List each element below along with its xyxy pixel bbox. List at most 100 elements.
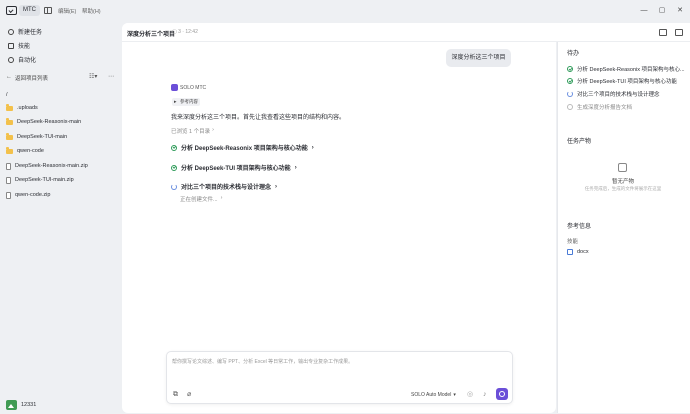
file-name: qwen-code.zip bbox=[15, 192, 51, 198]
agent-avatar-icon bbox=[171, 84, 178, 91]
chat-meta: ▢ 3 · 12:42 bbox=[172, 29, 198, 35]
skill-icon bbox=[8, 42, 14, 49]
check-circle-icon bbox=[171, 144, 177, 151]
page-title[interactable]: 深度分析三个项目 bbox=[127, 29, 175, 38]
chat-header bbox=[122, 23, 690, 42]
todo-item[interactable]: 分析 DeepSeek-Reasonix 项目架构与核心... bbox=[567, 65, 687, 73]
progress-status[interactable]: 正在创建文件... › bbox=[180, 195, 222, 203]
split-view-icon[interactable] bbox=[675, 29, 683, 36]
file-name: .uploads bbox=[17, 105, 38, 111]
menu-help[interactable]: 帮助(H) bbox=[82, 7, 101, 15]
viewed-dirs-label: 已浏览 1 个目录 bbox=[171, 129, 211, 135]
user-name: 12331 bbox=[21, 402, 37, 408]
clock-icon bbox=[8, 56, 14, 63]
check-circle-icon bbox=[567, 78, 573, 84]
file-tree-item[interactable]: DeepSeek-TUI-main.zip bbox=[6, 176, 74, 184]
file-tree-item[interactable]: DeepSeek-TUI-main bbox=[6, 133, 67, 141]
chevron-right-icon: › bbox=[275, 183, 278, 190]
nav-skills-label: 技能 bbox=[18, 44, 31, 50]
file-name: DeepSeek-TUI-main bbox=[17, 134, 68, 140]
reference-tag-label: 参考内容 bbox=[180, 99, 198, 104]
arrow-left-icon: ← bbox=[6, 74, 12, 80]
file-name: DeepSeek-Reasonix-main bbox=[17, 119, 82, 125]
zip-file-icon bbox=[6, 176, 11, 184]
chat-meta-text: 3 · 12:42 bbox=[178, 29, 198, 35]
send-button[interactable] bbox=[496, 388, 508, 400]
document-icon bbox=[567, 249, 573, 255]
nav-automation-label: 自动化 bbox=[18, 58, 37, 64]
maximize-button[interactable]: ▢ bbox=[657, 6, 667, 16]
file-tree-root[interactable]: / bbox=[6, 91, 8, 99]
todo-label: 分析 DeepSeek-TUI 项目架构与核心功能 bbox=[577, 79, 677, 85]
back-to-projects[interactable]: ← 返回项目列表 bbox=[6, 73, 116, 82]
skill-item-label: docx bbox=[577, 249, 589, 255]
file-name: qwen-code bbox=[17, 148, 44, 154]
file-tree-item[interactable]: DeepSeek-Reasonix-main.zip bbox=[6, 162, 88, 170]
skill-item[interactable]: docx bbox=[567, 249, 687, 255]
reference-title: 参考信息 bbox=[567, 224, 592, 230]
task-step[interactable]: 对比三个项目的技术栈与设计理念 › bbox=[171, 182, 277, 191]
empty-title: 暂无产物 bbox=[611, 179, 634, 185]
avatar[interactable] bbox=[6, 400, 17, 410]
agent-name: SOLO MTC bbox=[180, 85, 207, 91]
file-tree-item[interactable]: qwen-code bbox=[6, 147, 44, 155]
pending-circle-icon bbox=[567, 104, 573, 110]
title-bar bbox=[0, 0, 690, 22]
minimize-button[interactable]: — bbox=[639, 6, 649, 16]
todo-label: 分析 DeepSeek-Reasonix 项目架构与核心... bbox=[577, 67, 685, 73]
reference-tag[interactable]: ▸ 参考内容 bbox=[172, 98, 200, 106]
task-step-label: 对比三个项目的技术栈与设计理念 bbox=[181, 185, 272, 191]
zip-file-icon bbox=[6, 162, 11, 170]
file-tree-item[interactable]: qwen-code.zip bbox=[6, 191, 50, 199]
viewed-dirs[interactable]: 已浏览 1 个目录 › bbox=[171, 127, 214, 135]
spinner-icon bbox=[171, 183, 177, 190]
todo-label: 生成深度分析报告文档 bbox=[577, 105, 633, 111]
folder-icon bbox=[6, 133, 13, 140]
microphone-icon[interactable]: ♪ bbox=[483, 390, 487, 399]
task-step[interactable]: 分析 DeepSeek-Reasonix 项目架构与核心功能 › bbox=[171, 143, 314, 152]
workspace-switcher[interactable]: MTC bbox=[19, 5, 40, 16]
file-name: / bbox=[6, 92, 8, 98]
todo-item[interactable]: 分析 DeepSeek-TUI 项目架构与核心功能 bbox=[567, 77, 687, 85]
folder-icon bbox=[6, 104, 13, 111]
preview-icon[interactable] bbox=[659, 29, 667, 36]
play-icon: ▸ bbox=[174, 99, 177, 105]
model-selector[interactable]: SOLO Auto Model ▾ bbox=[411, 392, 456, 398]
chevron-right-icon: › bbox=[294, 164, 297, 171]
todo-item[interactable]: 对比三个项目的技术栈与设计理念 bbox=[567, 90, 687, 98]
attach-file-icon[interactable]: ⧉ bbox=[173, 390, 178, 399]
close-button[interactable]: ✕ bbox=[675, 6, 685, 16]
empty-box-icon bbox=[618, 163, 627, 172]
file-tree-item[interactable]: DeepSeek-Reasonix-main bbox=[6, 118, 81, 126]
view-options-icon[interactable]: ☷▾ bbox=[89, 73, 97, 82]
nav-automation[interactable]: 自动化 bbox=[8, 55, 36, 64]
folder-icon bbox=[6, 118, 13, 125]
nav-new-task[interactable]: 新建任务 bbox=[8, 27, 42, 36]
check-circle-icon bbox=[567, 66, 573, 72]
skill-label: 技能 bbox=[567, 239, 579, 245]
chat-input[interactable]: 帮你撰写论文综述、编写 PPT、分析 Excel 等日常工作，输出专业复杂工作成… bbox=[172, 358, 502, 365]
back-label: 返回项目列表 bbox=[15, 75, 49, 82]
chevron-right-icon: › bbox=[212, 127, 214, 133]
chevron-right-icon: › bbox=[311, 144, 314, 151]
output-title: 任务产物 bbox=[567, 139, 592, 145]
nav-skills[interactable]: 技能 bbox=[8, 41, 30, 50]
nav-new-task-label: 新建任务 bbox=[18, 30, 43, 36]
task-step-label: 分析 DeepSeek-Reasonix 项目架构与核心功能 bbox=[181, 146, 308, 152]
user-message: 深度分析这三个项目 bbox=[446, 49, 511, 67]
todo-item[interactable]: 生成深度分析报告文档 bbox=[567, 103, 687, 111]
menu-edit[interactable]: 编辑(E) bbox=[58, 7, 76, 15]
todo-title: 待办 bbox=[567, 51, 580, 57]
todo-label: 对比三个项目的技术栈与设计理念 bbox=[577, 92, 660, 98]
chevron-right-icon: › bbox=[220, 195, 223, 201]
more-icon[interactable]: ⋯ bbox=[108, 73, 114, 82]
plus-circle-icon bbox=[8, 28, 14, 35]
file-tree-item[interactable]: .uploads bbox=[6, 104, 38, 112]
zip-file-icon bbox=[6, 191, 11, 199]
paperclip-icon[interactable]: ⌀ bbox=[187, 390, 191, 399]
task-step[interactable]: 分析 DeepSeek-TUI 项目架构与核心功能 › bbox=[171, 163, 297, 172]
sidebar-toggle-icon[interactable] bbox=[44, 7, 52, 14]
model-name: SOLO Auto Model bbox=[411, 392, 452, 398]
agent-message: 我来深度分析这三个项目。首先让我查看这些项目的结构和内容。 bbox=[171, 115, 346, 121]
mention-icon[interactable]: ◎ bbox=[467, 390, 473, 399]
